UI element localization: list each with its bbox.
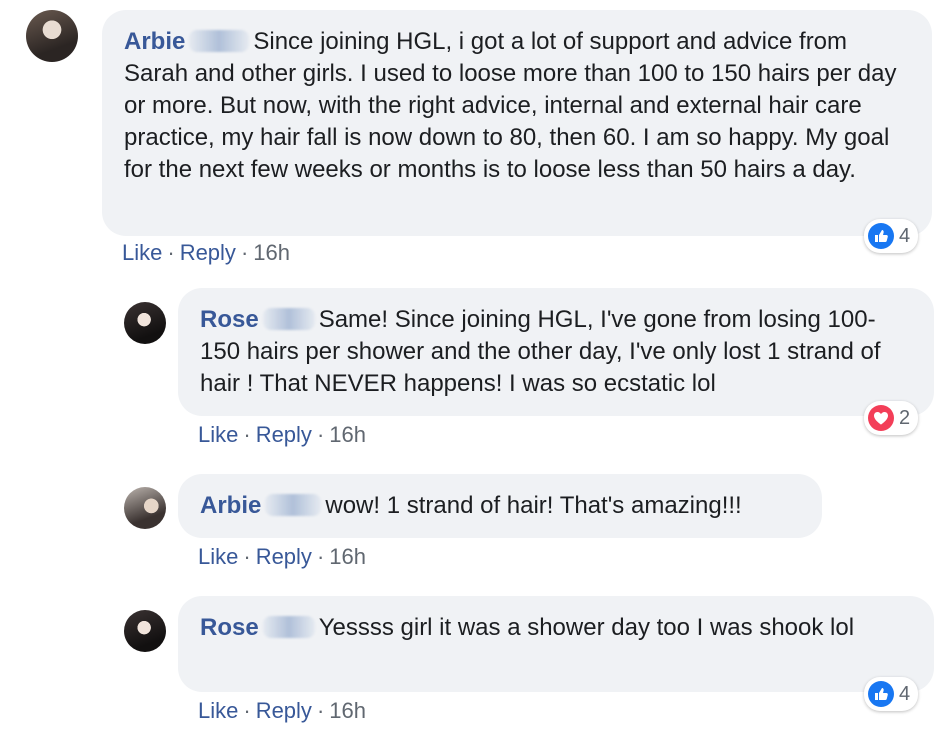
timestamp[interactable]: 16h [329, 422, 366, 447]
separator: · [243, 698, 251, 723]
thumbs-up-icon [868, 223, 894, 249]
separator: · [243, 422, 251, 447]
comment-bubble: Arbie wow! 1 strand of hair! That's amazi… [178, 474, 822, 538]
like-link[interactable]: Like [122, 240, 162, 265]
heart-icon [868, 405, 894, 431]
timestamp[interactable]: 16h [253, 240, 290, 265]
like-link[interactable]: Like [198, 544, 238, 569]
like-link[interactable]: Like [198, 422, 238, 447]
reply-link[interactable]: Reply [256, 544, 312, 569]
separator: · [240, 240, 249, 265]
avatar[interactable] [124, 302, 166, 344]
redacted-surname [262, 615, 315, 638]
comment-text: Yessss girl it was a shower day too I wa… [318, 614, 855, 641]
author-name[interactable]: Arbie [200, 492, 261, 519]
author-name[interactable]: Rose [200, 614, 259, 641]
avatar[interactable] [26, 10, 78, 62]
author-name[interactable]: Arbie [124, 28, 185, 55]
reaction-summary[interactable]: 4 [864, 677, 919, 711]
author-name[interactable]: Rose [200, 306, 259, 333]
separator: · [243, 544, 251, 569]
separator: · [316, 544, 325, 569]
timestamp[interactable]: 16h [329, 698, 366, 723]
comment-bubble: Rose Same! Since joining HGL, I've gone f… [178, 288, 934, 416]
thumbs-up-icon [868, 681, 894, 707]
comment-arbie-1: Arbie Since joining HGL, i got a lot of s… [0, 0, 950, 270]
comment-text: wow! 1 strand of hair! That's amazing!!! [325, 492, 742, 519]
avatar[interactable] [124, 610, 166, 652]
reaction-summary[interactable]: 2 [864, 401, 919, 435]
reaction-count: 4 [899, 682, 911, 705]
separator: · [316, 698, 325, 723]
comment-actions: Like · Reply · 16h [198, 698, 366, 724]
redacted-surname [189, 29, 250, 52]
redacted-surname [265, 493, 322, 516]
reaction-summary[interactable]: 4 [864, 219, 919, 253]
reaction-count: 2 [899, 406, 911, 429]
avatar[interactable] [124, 487, 166, 529]
comment-actions: Like · Reply · 16h [198, 422, 366, 448]
redacted-surname [262, 307, 315, 330]
like-link[interactable]: Like [198, 698, 238, 723]
comment-bubble: Arbie Since joining HGL, i got a lot of s… [102, 10, 932, 236]
comment-actions: Like · Reply · 16h [122, 240, 290, 266]
reaction-count: 4 [899, 224, 911, 247]
comment-actions: Like · Reply · 16h [198, 544, 366, 570]
reply-link[interactable]: Reply [256, 422, 312, 447]
reply-link[interactable]: Reply [256, 698, 312, 723]
comment-bubble: Rose Yessss girl it was a shower day too … [178, 596, 934, 692]
separator: · [167, 240, 175, 265]
separator: · [316, 422, 325, 447]
reply-link[interactable]: Reply [180, 240, 236, 265]
timestamp[interactable]: 16h [329, 544, 366, 569]
